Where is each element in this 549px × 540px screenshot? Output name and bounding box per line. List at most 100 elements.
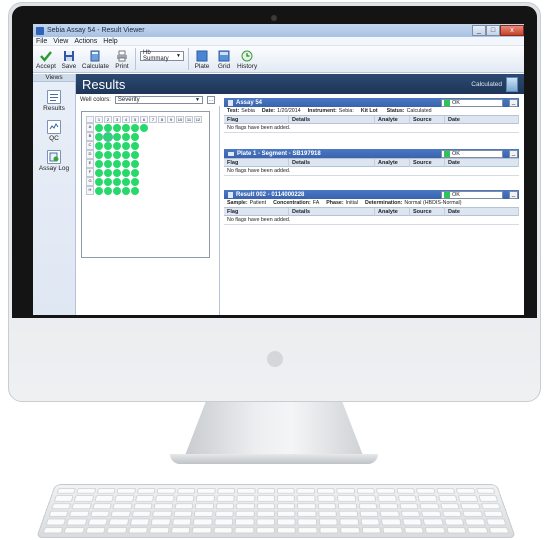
column-date[interactable]: Date [445,208,519,216]
plate-well[interactable] [131,141,139,150]
plate-well[interactable] [95,186,103,195]
plate-well[interactable] [104,141,112,150]
plate-well[interactable] [131,132,139,141]
plate-well[interactable] [104,177,112,186]
plate-well-empty[interactable] [149,124,157,132]
column-analyte[interactable]: Analyte [375,116,410,124]
plate-well-empty[interactable] [194,133,202,141]
column-flag[interactable]: Flag [224,208,289,216]
plate-well-empty[interactable] [140,133,148,141]
plate-well[interactable] [95,123,103,132]
plate-well[interactable] [131,150,139,159]
plate-well[interactable] [131,123,139,132]
plate-well-empty[interactable] [185,124,193,132]
plate-well-empty[interactable] [194,160,202,168]
plate-well-empty[interactable] [158,187,166,195]
plate-well-empty[interactable] [176,133,184,141]
plate-well-empty[interactable] [194,169,202,177]
plate-well-empty[interactable] [185,160,193,168]
plate-well-empty[interactable] [194,187,202,195]
plate-button[interactable]: Plate [193,50,211,70]
plate-well-empty[interactable] [176,124,184,132]
plate-well-empty[interactable] [158,169,166,177]
plate-well-empty[interactable] [194,178,202,186]
plate-well-empty[interactable] [149,142,157,150]
plate-well-empty[interactable] [149,133,157,141]
plate-well-empty[interactable] [158,133,166,141]
plate-well[interactable] [95,159,103,168]
plate-well-empty[interactable] [194,151,202,159]
assay-status-field[interactable]: OK [441,98,503,107]
plate-well[interactable] [122,150,130,159]
save-button[interactable]: Save [60,50,78,70]
plate-well[interactable] [122,186,130,195]
plate-well-empty[interactable] [185,178,193,186]
column-flag[interactable]: Flag [224,116,289,124]
column-flag[interactable]: Flag [224,159,289,167]
plate-well[interactable] [104,186,112,195]
plate-status-field[interactable]: OK [441,149,503,158]
plate-well[interactable] [122,159,130,168]
minimize-button[interactable]: _ [472,25,486,36]
column-analyte[interactable]: Analyte [375,159,410,167]
menu-file[interactable]: File [36,38,47,45]
accept-button[interactable]: Accept [36,50,56,70]
assay-panel-collapse-button[interactable]: _ [509,98,518,107]
plate-well[interactable] [131,177,139,186]
plate-well[interactable] [122,168,130,177]
plate-well-empty[interactable] [140,142,148,150]
plate-well[interactable] [113,159,121,168]
column-details[interactable]: Details [289,159,375,167]
menu-help[interactable]: Help [103,38,117,45]
plate-well-empty[interactable] [185,133,193,141]
well-colors-more-button[interactable]: ... [206,96,215,104]
plate-well-empty[interactable] [158,178,166,186]
column-analyte[interactable]: Analyte [375,208,410,216]
plate-well-empty[interactable] [167,169,175,177]
column-date[interactable]: Date [445,116,519,124]
plate-well-empty[interactable] [167,151,175,159]
view-assay-log[interactable]: Assay Log [33,150,75,172]
plate-well-empty[interactable] [176,169,184,177]
plate-well[interactable] [113,141,121,150]
plate-well-empty[interactable] [140,160,148,168]
plate-well[interactable] [104,150,112,159]
column-source[interactable]: Source [410,208,445,216]
plate-well-empty[interactable] [176,142,184,150]
history-button[interactable]: History [237,50,257,70]
plate-well-empty[interactable] [149,169,157,177]
menu-actions[interactable]: Actions [74,38,97,45]
plate-well-empty[interactable] [158,124,166,132]
plate-well-empty[interactable] [149,160,157,168]
menu-view[interactable]: View [53,38,68,45]
plate-well-empty[interactable] [167,178,175,186]
maximize-button[interactable]: □ [486,25,500,36]
close-button[interactable]: x [500,25,524,36]
column-details[interactable]: Details [289,208,375,216]
plate-well-empty[interactable] [176,178,184,186]
plate-well[interactable] [95,177,103,186]
plate-well[interactable] [113,168,121,177]
well-colors-select[interactable]: Severity ▼ [114,96,203,104]
plate-well[interactable] [95,168,103,177]
plate-well-empty[interactable] [176,151,184,159]
plate-well[interactable] [113,150,121,159]
plate-well-empty[interactable] [140,169,148,177]
view-qc[interactable]: QC [33,120,75,142]
panel-splitter[interactable] [219,106,220,315]
view-results[interactable]: Results [33,90,75,112]
grid-button[interactable]: Grid [215,50,233,70]
column-details[interactable]: Details [289,116,375,124]
plate-well[interactable] [95,141,103,150]
plate-well[interactable] [95,150,103,159]
plate-well-empty[interactable] [194,142,202,150]
plate-well-empty[interactable] [140,178,148,186]
plate-well-empty[interactable] [167,124,175,132]
plate-well-empty[interactable] [140,151,148,159]
print-button[interactable]: Print [113,50,131,70]
plate-well[interactable] [113,123,121,132]
plate-well-empty[interactable] [185,169,193,177]
calculate-button[interactable]: Calculate [82,50,109,70]
plate-well-empty[interactable] [185,187,193,195]
result-panel-collapse-button[interactable]: _ [509,190,518,199]
